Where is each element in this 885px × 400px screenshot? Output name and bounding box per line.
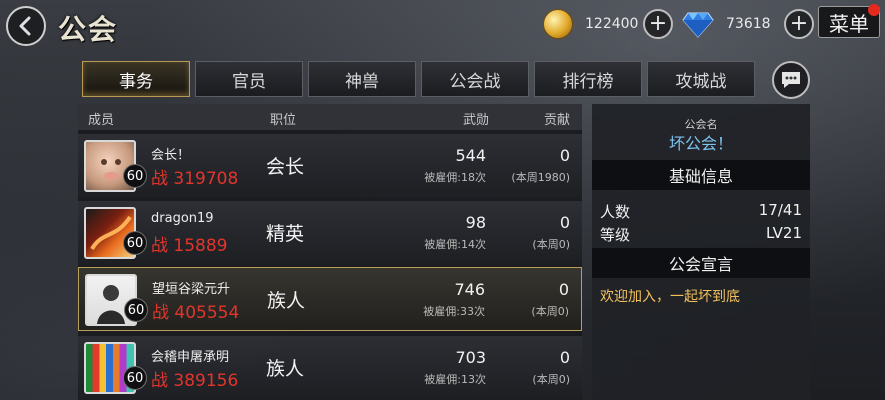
member-name: 望垣谷梁元升 (152, 282, 231, 297)
basic-info-heading: 基础信息 (592, 160, 810, 190)
member-position: 精英 (266, 223, 305, 245)
level-badge: 60 (123, 164, 147, 188)
plus-icon: + (648, 11, 668, 36)
tab-bar: 事务 官员 神兽 公会战 排行榜 攻城战 (82, 61, 755, 97)
weekly-contribution: (本周1980) (511, 171, 570, 184)
top-bar: 公会 122400 + 73618 + 菜单 (0, 0, 885, 50)
member-count-label: 人数 (600, 203, 631, 221)
member-row[interactable]: 60 dragon19 战 15889 精英 98 被雇佣:14次 0 (本周0… (78, 201, 582, 265)
level-badge: 60 (123, 366, 147, 390)
column-member: 成员 (88, 113, 115, 128)
guild-info-panel: 公会名 坏公会！ 基础信息 人数 17/41 等级 LV21 公会宣言 欢迎加入… (592, 104, 810, 400)
combat-power: 战 319708 (151, 169, 239, 189)
guild-name: 坏公会！ (668, 134, 733, 153)
gem-amount: 73618 (726, 16, 771, 32)
add-gems-button[interactable]: + (784, 9, 814, 39)
guild-level-value: LV21 (765, 224, 802, 242)
plus-icon: + (789, 11, 809, 36)
contribution-value: 0 (558, 280, 569, 299)
contribution-value: 0 (559, 348, 570, 367)
weekly-contribution: (本周0) (532, 238, 570, 251)
honor-value: 544 (455, 146, 486, 165)
member-name: 会稽申屠承明 (151, 350, 230, 365)
tab-guild-war[interactable]: 公会战 (421, 61, 529, 97)
honor-value: 98 (465, 213, 486, 232)
tab-affairs[interactable]: 事务 (82, 61, 190, 97)
gold-coin-icon (543, 9, 573, 39)
column-honor: 武勋 (463, 113, 490, 128)
list-header: 成员 职位 武勋 贡献 (78, 104, 582, 130)
member-row-selected[interactable]: 60 望垣谷梁元升 战 405554 族人 746 被雇佣:33次 0 (本周0… (78, 267, 582, 331)
gold-currency: 122400 + (543, 8, 673, 40)
member-name: dragon19 (151, 211, 214, 226)
gem-currency: 73618 + (682, 8, 814, 40)
back-arrow-icon (19, 16, 31, 36)
level-badge: 60 (123, 231, 147, 255)
gold-amount: 122400 (585, 16, 639, 32)
tab-beasts[interactable]: 神兽 (308, 61, 416, 97)
member-position: 会长 (266, 156, 305, 178)
guild-level-label: 等级 (600, 226, 631, 244)
combat-power: 战 405554 (152, 303, 240, 323)
guild-level-line: 等级 LV21 (600, 224, 802, 245)
tab-leaderboard[interactable]: 排行榜 (534, 61, 642, 97)
member-row[interactable]: 60 会长！ 战 319708 会长 544 被雇佣:18次 0 (本周1980… (78, 134, 582, 198)
honor-value: 703 (455, 348, 486, 367)
combat-power: 战 389156 (151, 371, 239, 391)
contribution-value: 0 (559, 213, 570, 232)
member-position: 族人 (267, 290, 306, 312)
member-name: 会长！ (151, 148, 191, 163)
weekly-contribution: (本周0) (532, 373, 570, 386)
notification-dot (868, 4, 880, 16)
member-count-value: 17/41 (758, 201, 802, 219)
hired-count: 被雇佣:14次 (424, 238, 486, 251)
back-button[interactable] (6, 6, 46, 46)
member-position: 族人 (266, 358, 305, 380)
hired-count: 被雇佣:33次 (423, 305, 485, 318)
member-row[interactable]: 60 会稽申屠承明 战 389156 族人 703 被雇佣:13次 0 (本周0… (78, 336, 582, 400)
member-count-line: 人数 17/41 (600, 201, 802, 222)
member-list: 成员 职位 武勋 贡献 60 会长！ 战 319708 会长 544 被雇佣:1… (78, 104, 582, 400)
tab-siege[interactable]: 攻城战 (647, 61, 755, 97)
diamond-icon (682, 12, 714, 38)
level-badge: 60 (124, 298, 148, 322)
chat-button[interactable] (772, 61, 810, 99)
honor-value: 746 (454, 280, 485, 299)
page-title: 公会 (58, 13, 119, 46)
column-contribution: 贡献 (544, 113, 571, 128)
chat-bubble-icon (782, 72, 800, 88)
hired-count: 被雇佣:13次 (424, 373, 486, 386)
tab-officers[interactable]: 官员 (195, 61, 303, 97)
weekly-contribution: (本周0) (531, 305, 569, 318)
add-gold-button[interactable]: + (643, 9, 673, 39)
guild-declaration: 欢迎加入，一起坏到底 (600, 289, 740, 305)
declaration-heading: 公会宣言 (592, 248, 810, 278)
combat-power: 战 15889 (151, 236, 228, 256)
column-position: 职位 (270, 113, 297, 128)
hired-count: 被雇佣:18次 (424, 171, 486, 184)
contribution-value: 0 (559, 146, 570, 165)
